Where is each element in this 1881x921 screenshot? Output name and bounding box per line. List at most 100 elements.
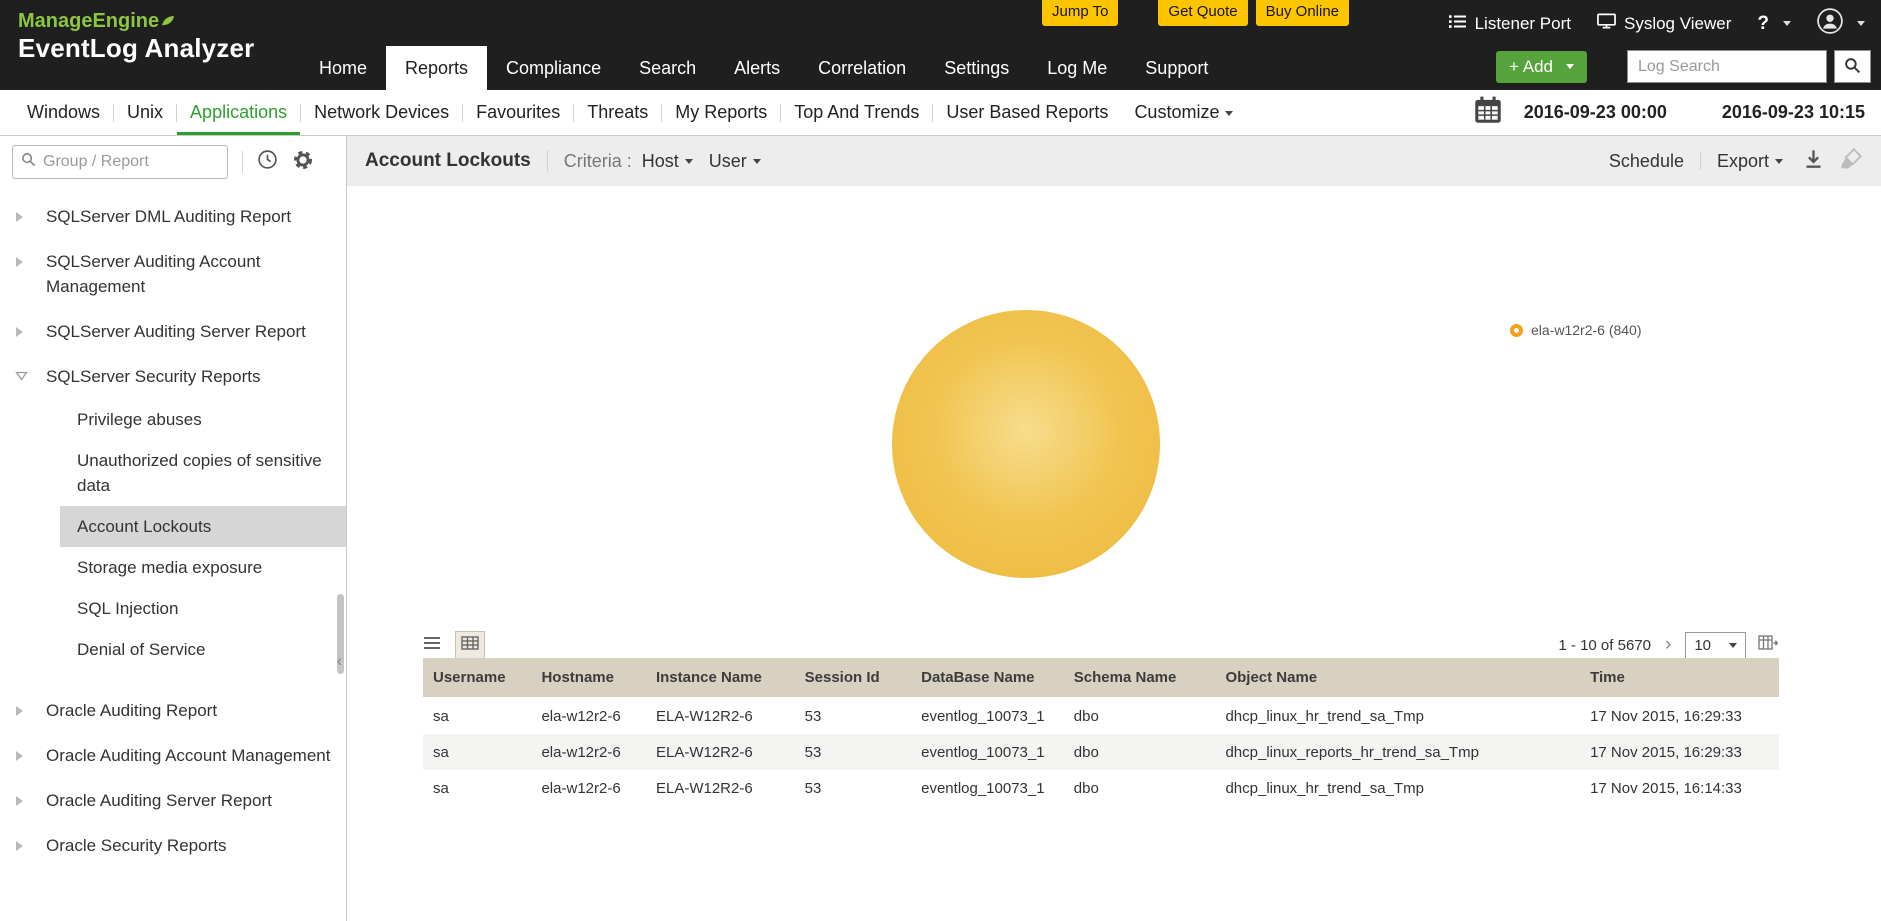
tab-windows[interactable]: Windows — [14, 90, 113, 135]
download-button[interactable] — [1803, 148, 1824, 174]
tree-group-oracle-auditing-account-management[interactable]: Oracle Auditing Account Management — [0, 733, 346, 778]
legend-dot — [1510, 324, 1523, 337]
host-filter-dropdown[interactable]: Host — [642, 151, 693, 172]
tree-group-oracle-auditing-report[interactable]: Oracle Auditing Report — [0, 688, 346, 733]
table-row[interactable]: sa ela-w12r2-6 ELA-W12R2-6 53 eventlog_1… — [423, 770, 1779, 806]
caret-down-icon — [753, 159, 761, 164]
nav-compliance[interactable]: Compliance — [487, 46, 620, 90]
next-page-button[interactable]: › — [1663, 637, 1673, 653]
header-actions: + Add — [1496, 50, 1871, 83]
col-username[interactable]: Username — [423, 658, 531, 698]
nav-support[interactable]: Support — [1126, 46, 1227, 90]
syslog-viewer-label: Syslog Viewer — [1624, 14, 1731, 34]
tree-group-sqlserver-auditing-server-report[interactable]: SQLServer Auditing Server Report — [0, 309, 346, 354]
col-session-id[interactable]: Session Id — [795, 658, 912, 698]
scheduled-reports-button[interactable] — [257, 149, 278, 175]
log-search-button[interactable] — [1834, 50, 1871, 83]
tab-favourites[interactable]: Favourites — [463, 90, 573, 135]
grid-view-button[interactable] — [455, 631, 485, 659]
table-row[interactable]: sa ela-w12r2-6 ELA-W12R2-6 53 eventlog_1… — [423, 734, 1779, 770]
tab-top-and-trends[interactable]: Top And Trends — [781, 90, 932, 135]
caret-down-icon — [1225, 111, 1233, 116]
report-tree-sidebar: SQLServer DML Auditing Report SQLServer … — [0, 136, 347, 921]
tab-customize[interactable]: Customize — [1121, 90, 1246, 135]
col-schema-name[interactable]: Schema Name — [1064, 658, 1216, 698]
table-cell: eventlog_10073_1 — [911, 698, 1064, 734]
page-size-select[interactable]: 10 — [1685, 632, 1746, 659]
tree-group-sqlserver-auditing-account-management[interactable]: SQLServer Auditing Account Management — [0, 239, 346, 309]
table-cell: sa — [423, 698, 531, 734]
tree-group-sqlserver-dml-auditing-report[interactable]: SQLServer DML Auditing Report — [0, 194, 346, 239]
user-icon — [1817, 8, 1843, 39]
nav-log-me[interactable]: Log Me — [1028, 46, 1126, 90]
tree-report-storage-media-exposure[interactable]: Storage media exposure — [0, 547, 346, 588]
group-report-search[interactable] — [12, 145, 228, 179]
eventlog-analyzer-app: ManageEngine EventLog Analyzer Jump To G… — [0, 0, 1881, 921]
syslog-viewer-button[interactable]: Syslog Viewer — [1597, 13, 1731, 34]
add-button[interactable]: + Add — [1496, 51, 1587, 83]
tab-network-devices[interactable]: Network Devices — [301, 90, 462, 135]
table-cell: sa — [423, 770, 531, 806]
table-cell: 17 Nov 2015, 16:14:33 — [1580, 770, 1779, 806]
table-row[interactable]: sa ela-w12r2-6 ELA-W12R2-6 53 eventlog_1… — [423, 698, 1779, 734]
table-cell: ela-w12r2-6 — [531, 770, 646, 806]
jump-to-button[interactable]: Jump To — [1042, 0, 1118, 26]
tree-group-oracle-auditing-server-report[interactable]: Oracle Auditing Server Report — [0, 778, 346, 823]
caret-down-icon — [685, 159, 693, 164]
group-report-search-input[interactable] — [43, 153, 219, 171]
user-filter-dropdown[interactable]: User — [709, 151, 761, 172]
nav-alerts[interactable]: Alerts — [715, 46, 799, 90]
tree-report-privilege-abuses[interactable]: Privilege abuses — [0, 399, 346, 440]
table-cell: ELA-W12R2-6 — [646, 698, 795, 734]
help-menu[interactable]: ? — [1757, 13, 1791, 35]
tab-user-based-reports[interactable]: User Based Reports — [933, 90, 1121, 135]
leaf-icon — [161, 9, 175, 33]
log-search-input[interactable] — [1627, 50, 1827, 83]
tab-my-reports[interactable]: My Reports — [662, 90, 780, 135]
col-instance-name[interactable]: Instance Name — [646, 658, 795, 698]
buy-online-button[interactable]: Buy Online — [1256, 0, 1349, 26]
caret-down-icon — [1775, 159, 1783, 164]
tree-report-sql-injection[interactable]: SQL Injection — [0, 588, 346, 629]
calendar-button[interactable] — [1474, 96, 1502, 129]
tab-unix[interactable]: Unix — [114, 90, 176, 135]
nav-settings[interactable]: Settings — [925, 46, 1028, 90]
table-cell: eventlog_10073_1 — [911, 734, 1064, 770]
nav-correlation[interactable]: Correlation — [799, 46, 925, 90]
tree-report-denial-of-service[interactable]: Denial of Service — [0, 629, 346, 670]
col-hostname[interactable]: Hostname — [531, 658, 646, 698]
tree-report-account-lockouts[interactable]: Account Lockouts — [60, 506, 346, 547]
tree-report-unauthorized-copies[interactable]: Unauthorized copies of sensitive data — [0, 440, 346, 506]
user-menu[interactable] — [1817, 8, 1865, 39]
table-cell: ELA-W12R2-6 — [646, 734, 795, 770]
tab-threats[interactable]: Threats — [574, 90, 661, 135]
list-view-button[interactable] — [423, 636, 441, 655]
export-table-button[interactable] — [1758, 635, 1779, 655]
date-to[interactable]: 2016-09-23 10:15 — [1722, 102, 1865, 123]
caret-down-icon — [1783, 21, 1791, 26]
divider — [547, 150, 548, 172]
schedule-button[interactable]: Schedule — [1609, 151, 1684, 172]
clean-data-button[interactable] — [1840, 147, 1863, 175]
export-dropdown[interactable]: Export — [1717, 151, 1783, 172]
product-name: EventLog Analyzer — [18, 33, 255, 63]
get-quote-button[interactable]: Get Quote — [1158, 0, 1247, 26]
nav-search[interactable]: Search — [620, 46, 715, 90]
chevron-right-icon — [15, 743, 37, 768]
nav-home[interactable]: Home — [300, 46, 386, 90]
table-cell: 17 Nov 2015, 16:29:33 — [1580, 734, 1779, 770]
col-object-name[interactable]: Object Name — [1215, 658, 1580, 698]
col-time[interactable]: Time — [1580, 658, 1779, 698]
tab-applications[interactable]: Applications — [177, 90, 300, 135]
table-cell: ELA-W12R2-6 — [646, 770, 795, 806]
col-database-name[interactable]: DataBase Name — [911, 658, 1064, 698]
report-settings-button[interactable] — [292, 149, 314, 176]
tree-group-sqlserver-security-reports[interactable]: SQLServer Security Reports — [0, 354, 346, 399]
pie-chart[interactable] — [892, 310, 1160, 578]
date-from[interactable]: 2016-09-23 00:00 — [1524, 102, 1667, 123]
pagination: 1 - 10 of 5670 › 10 — [1558, 632, 1779, 659]
tree-group-oracle-security-reports[interactable]: Oracle Security Reports — [0, 823, 346, 868]
collapse-sidebar-icon[interactable]: ‹ — [333, 648, 346, 676]
nav-reports[interactable]: Reports — [386, 46, 487, 90]
listener-port-button[interactable]: Listener Port — [1449, 14, 1571, 34]
